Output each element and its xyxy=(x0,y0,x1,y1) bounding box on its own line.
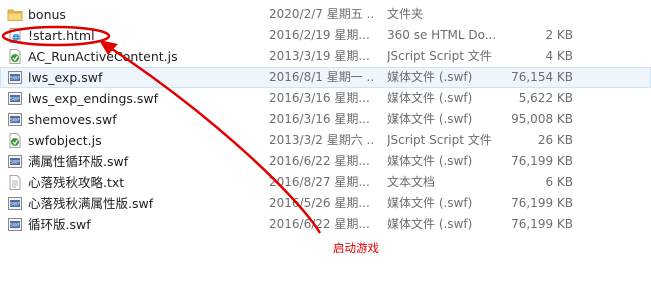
file-size: 6 KB xyxy=(545,175,573,189)
annotation-caption: 启动游戏 xyxy=(333,241,379,255)
file-size: 26 KB xyxy=(537,133,573,147)
file-date: 2020/2/7 星期五 ... xyxy=(269,7,374,21)
file-date: 2016/6/22 星期... xyxy=(269,217,370,231)
svg-text:SWF: SWF xyxy=(10,160,20,166)
file-size: 95,008 KB xyxy=(511,112,573,126)
file-date: 2013/3/19 星期... xyxy=(269,49,370,63)
file-size: 2 KB xyxy=(545,28,573,42)
file-name: bonus xyxy=(28,7,66,22)
file-size: 5,622 KB xyxy=(518,91,573,105)
js-file-icon xyxy=(7,133,23,148)
file-name: shemoves.swf xyxy=(28,112,117,127)
svg-text:SWF: SWF xyxy=(10,223,20,229)
file-size xyxy=(500,4,573,25)
file-size: 76,199 KB xyxy=(511,196,573,210)
file-name: 心落残秋满属性版.swf xyxy=(28,196,154,211)
txt-file-icon xyxy=(7,175,23,190)
file-date: 2013/3/2 星期六 ... xyxy=(269,133,374,147)
file-type: 媒体文件 (.swf) xyxy=(387,91,473,105)
file-type: 媒体文件 (.swf) xyxy=(387,217,473,231)
file-row-lws-exp-endings[interactable]: SWF lws_exp_endings.swf 2016/3/16 星期... … xyxy=(0,88,651,109)
file-type: 文本文档 xyxy=(387,175,436,189)
file-row-ac-runactivecontent[interactable]: AC_RunActiveContent.js 2013/3/19 星期... J… xyxy=(0,46,651,67)
file-name: 满属性循环版.swf xyxy=(28,154,129,169)
file-name: lws_exp.swf xyxy=(28,70,103,85)
swf-file-icon: SWF xyxy=(7,91,23,106)
swf-file-icon: SWF xyxy=(7,112,23,127)
file-date: 2016/8/1 星期一 ... xyxy=(269,70,374,84)
svg-text:SWF: SWF xyxy=(10,76,20,82)
swf-file-icon: SWF xyxy=(7,154,23,169)
file-name: 心落残秋攻略.txt xyxy=(28,175,125,190)
file-date: 2016/8/27 星期... xyxy=(269,175,370,189)
html-file-icon xyxy=(7,28,23,43)
swf-file-icon: SWF xyxy=(7,196,23,211)
file-date: 2016/6/22 星期... xyxy=(269,154,370,168)
file-date: 2016/3/16 星期... xyxy=(269,112,370,126)
file-row-guide-txt[interactable]: 心落残秋攻略.txt 2016/8/27 星期... 文本文档 6 KB xyxy=(0,172,651,193)
file-row-loop-version[interactable]: SWF 循环版.swf 2016/6/22 星期... 媒体文件 (.swf) … xyxy=(0,214,651,235)
svg-text:SWF: SWF xyxy=(10,202,20,208)
file-type: JScript Script 文件 xyxy=(387,49,492,63)
file-date: 2016/2/19 星期... xyxy=(269,28,370,42)
js-file-icon xyxy=(7,49,23,64)
file-type: JScript Script 文件 xyxy=(387,133,492,147)
file-date: 2016/5/26 星期... xyxy=(269,196,370,210)
file-name: !start.html xyxy=(28,28,95,43)
file-size: 4 KB xyxy=(545,49,573,63)
file-row-full-attr-loop[interactable]: SWF 满属性循环版.swf 2016/6/22 星期... 媒体文件 (.sw… xyxy=(0,151,651,172)
file-row-start-html[interactable]: !start.html 2016/2/19 星期... 360 se HTML … xyxy=(0,25,651,46)
swf-file-icon: SWF xyxy=(7,70,23,85)
file-name: swfobject.js xyxy=(28,133,102,148)
file-size: 76,154 KB xyxy=(511,70,573,84)
file-type: 媒体文件 (.swf) xyxy=(387,154,473,168)
file-row-swfobject[interactable]: swfobject.js 2013/3/2 星期六 ... JScript Sc… xyxy=(0,130,651,151)
file-list: bonus 2020/2/7 星期五 ... 文件夹 !start.html 2… xyxy=(0,4,651,235)
svg-text:SWF: SWF xyxy=(10,97,20,103)
file-row-shemoves[interactable]: SWF shemoves.swf 2016/3/16 星期... 媒体文件 (.… xyxy=(0,109,651,130)
file-size: 76,199 KB xyxy=(511,217,573,231)
folder-icon xyxy=(7,7,23,22)
file-row-full-attr-version[interactable]: SWF 心落残秋满属性版.swf 2016/5/26 星期... 媒体文件 (.… xyxy=(0,193,651,214)
file-row-bonus[interactable]: bonus 2020/2/7 星期五 ... 文件夹 xyxy=(0,4,651,25)
file-row-lws-exp[interactable]: SWF lws_exp.swf 2016/8/1 星期一 ... 媒体文件 (.… xyxy=(0,67,651,88)
file-name: 循环版.swf xyxy=(28,217,91,232)
file-name: lws_exp_endings.swf xyxy=(28,91,159,106)
file-type: 文件夹 xyxy=(387,7,424,21)
file-type: 媒体文件 (.swf) xyxy=(387,70,473,84)
file-name: AC_RunActiveContent.js xyxy=(28,49,178,64)
file-type: 媒体文件 (.swf) xyxy=(387,112,473,126)
svg-text:SWF: SWF xyxy=(10,118,20,124)
file-date: 2016/3/16 星期... xyxy=(269,91,370,105)
swf-file-icon: SWF xyxy=(7,217,23,232)
file-type: 360 se HTML Do... xyxy=(387,28,497,42)
file-size: 76,199 KB xyxy=(511,154,573,168)
file-type: 媒体文件 (.swf) xyxy=(387,196,473,210)
